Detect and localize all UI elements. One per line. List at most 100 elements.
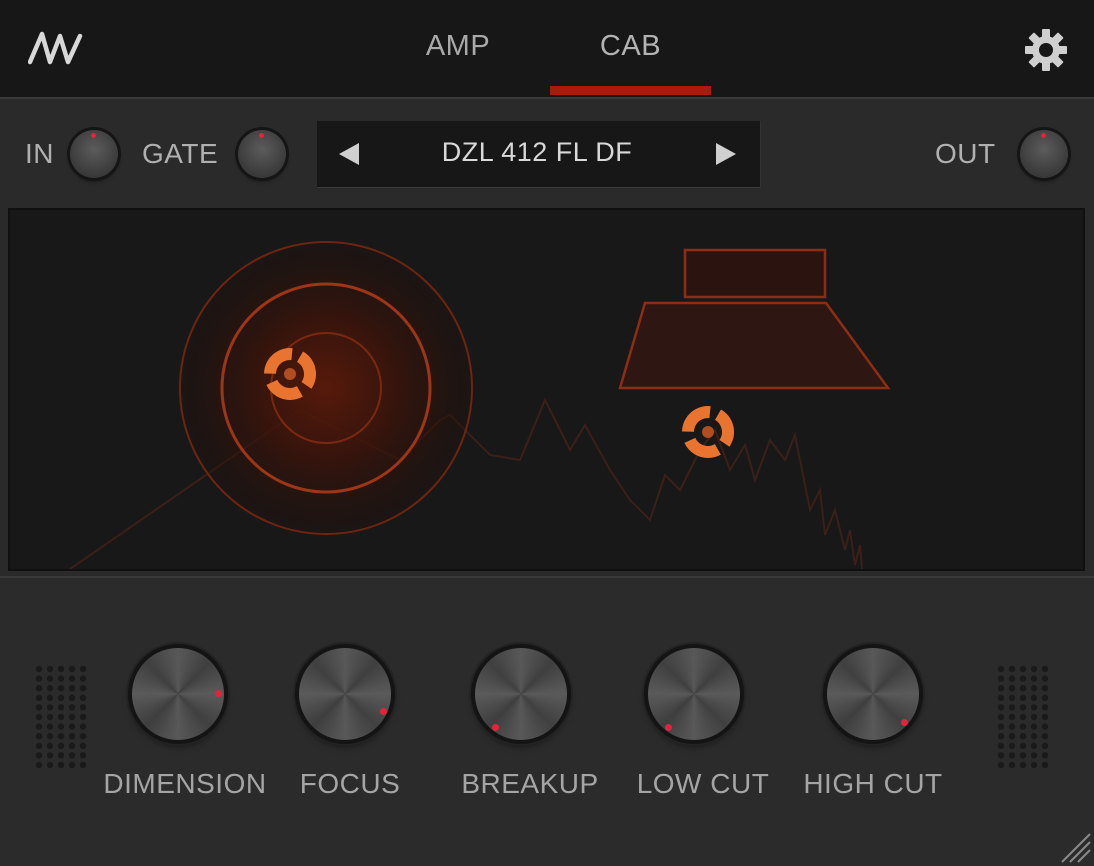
grille-dot xyxy=(79,742,87,749)
knob-indicator xyxy=(215,690,222,697)
dimension-knob[interactable] xyxy=(132,648,224,740)
grille-dot xyxy=(1041,675,1049,682)
grille-dot xyxy=(35,723,43,730)
grille-right xyxy=(997,665,1049,769)
grille-dot xyxy=(1030,761,1038,769)
grille-dot xyxy=(68,761,76,769)
dimension-label: DIMENSION xyxy=(103,768,267,799)
grille-dot xyxy=(1041,685,1049,692)
grille-dot xyxy=(997,752,1005,759)
grille-dot xyxy=(68,665,76,673)
in-label: IN xyxy=(25,138,54,169)
speaker-cone-profile xyxy=(618,301,891,390)
grille-dot xyxy=(1019,742,1027,749)
grille-dot xyxy=(1041,694,1049,701)
grille-dot xyxy=(997,733,1005,740)
grille-dot xyxy=(1019,704,1027,711)
grille-dot xyxy=(57,742,65,749)
tone-controls: DIMENSION FOCUS BREAKUP LOW CUT HIGH CUT xyxy=(0,576,1094,866)
grille-dot xyxy=(35,713,43,721)
grille-dot xyxy=(1030,704,1038,711)
grille-dot xyxy=(1041,742,1049,749)
grille-dot xyxy=(68,752,76,759)
grille-dot xyxy=(57,675,65,682)
grille-dot xyxy=(35,704,43,711)
preset-name[interactable]: DZL 412 FL DF xyxy=(387,137,687,168)
high-cut-knob[interactable] xyxy=(827,648,919,740)
grille-dot xyxy=(46,752,54,759)
active-tab-indicator xyxy=(550,86,711,95)
low-cut-knob[interactable] xyxy=(648,648,740,740)
grille-dot xyxy=(1041,761,1049,769)
grille-dot xyxy=(35,752,43,759)
mic-placement-area[interactable] xyxy=(8,208,1085,571)
gear-icon[interactable] xyxy=(1024,28,1068,72)
grille-dot xyxy=(35,685,43,692)
grille-dot xyxy=(997,685,1005,692)
grille-dot xyxy=(1008,694,1016,701)
grille-dot xyxy=(997,675,1005,682)
knob-indicator xyxy=(91,133,96,138)
grille-dot xyxy=(1041,704,1049,711)
tab-amp[interactable]: AMP xyxy=(400,30,516,70)
knob-indicator xyxy=(492,724,499,731)
mic-side-icon xyxy=(682,406,734,458)
grille-dot xyxy=(79,752,87,759)
grille-dot xyxy=(1030,713,1038,721)
grille-left xyxy=(35,665,87,769)
out-label: OUT xyxy=(935,138,996,169)
grille-dot xyxy=(35,742,43,749)
grille-dot xyxy=(46,704,54,711)
input-knob[interactable] xyxy=(70,130,118,178)
preset-selector: DZL 412 FL DF xyxy=(317,121,761,188)
grille-dot xyxy=(1008,704,1016,711)
tab-cab[interactable]: CAB xyxy=(550,30,711,70)
knob-indicator xyxy=(901,719,908,726)
grille-dot xyxy=(46,723,54,730)
grille-dot xyxy=(68,742,76,749)
knob-indicator xyxy=(1041,133,1046,138)
focus-knob[interactable] xyxy=(299,648,391,740)
grille-dot xyxy=(1041,752,1049,759)
grille-dot xyxy=(79,665,87,673)
grille-dot xyxy=(1019,713,1027,721)
grille-dot xyxy=(79,713,87,721)
mic-placement-graphic xyxy=(69,241,891,569)
grille-dot xyxy=(46,761,54,769)
grille-dot xyxy=(46,733,54,740)
grille-dot xyxy=(1030,742,1038,749)
grille-dot xyxy=(1008,665,1016,673)
grille-dot xyxy=(997,665,1005,673)
grille-dot xyxy=(35,665,43,673)
grille-dot xyxy=(1030,665,1038,673)
output-knob[interactable] xyxy=(1020,130,1068,178)
grille-dot xyxy=(46,675,54,682)
grille-dot xyxy=(46,685,54,692)
grille-dot xyxy=(1008,742,1016,749)
gate-knob[interactable] xyxy=(238,130,286,178)
grille-dot xyxy=(46,713,54,721)
triangle-left-icon[interactable] xyxy=(337,141,361,167)
grille-dot xyxy=(79,694,87,701)
top-bar: AMP CAB xyxy=(0,0,1094,99)
grille-dot xyxy=(46,742,54,749)
resize-handle-icon[interactable] xyxy=(1058,830,1092,864)
breakup-knob[interactable] xyxy=(475,648,567,740)
grille-dot xyxy=(1019,685,1027,692)
grille-dot xyxy=(57,752,65,759)
grille-dot xyxy=(68,675,76,682)
low-cut-label: LOW CUT xyxy=(636,768,770,799)
grille-dot xyxy=(1019,761,1027,769)
high-cut-label: HIGH CUT xyxy=(803,768,943,799)
grille-dot xyxy=(1041,723,1049,730)
grille-dot xyxy=(46,665,54,673)
grille-dot xyxy=(57,694,65,701)
grille-dot xyxy=(68,733,76,740)
grille-dot xyxy=(1030,733,1038,740)
grille-dot xyxy=(35,761,43,769)
grille-dot xyxy=(997,694,1005,701)
triangle-right-icon[interactable] xyxy=(714,141,738,167)
grille-dot xyxy=(997,742,1005,749)
grille-dot xyxy=(1008,685,1016,692)
breakup-label: BREAKUP xyxy=(461,768,599,799)
